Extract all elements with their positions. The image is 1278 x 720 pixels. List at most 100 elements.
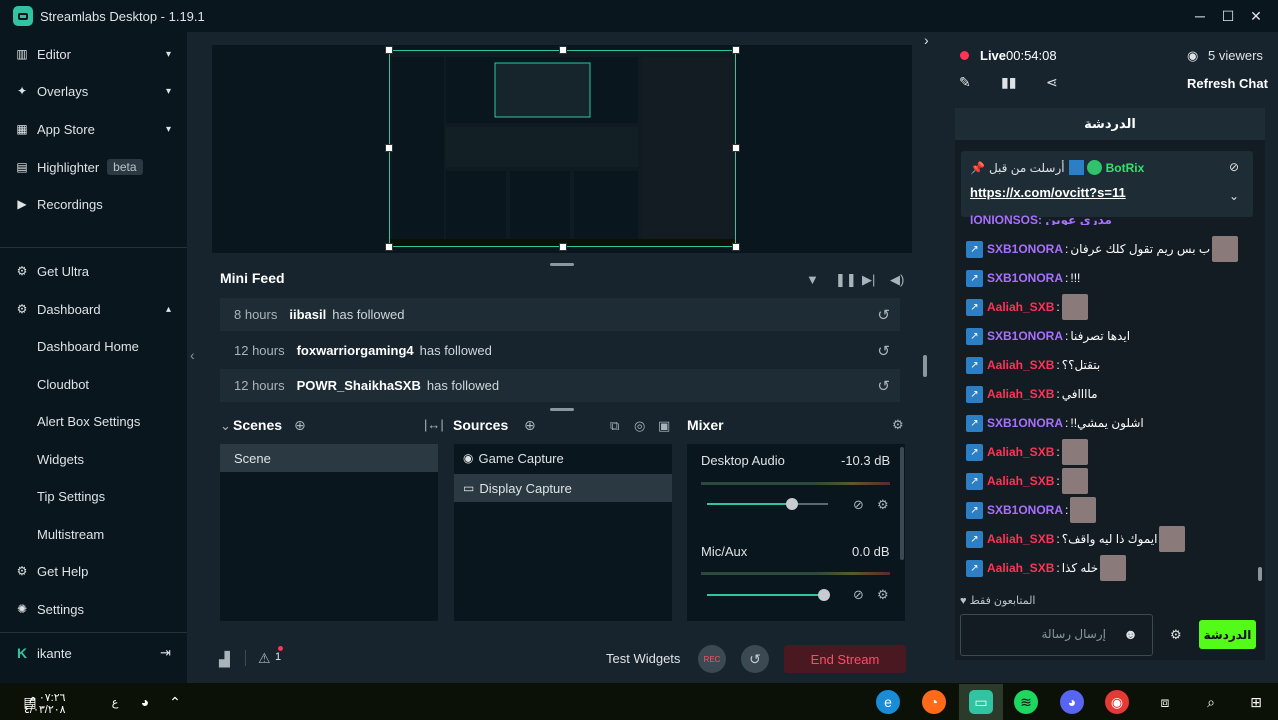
- resize-handle[interactable]: [385, 144, 393, 152]
- tray-chevron-up-icon[interactable]: ⌃: [163, 690, 187, 714]
- sidebar-item-alert-box-settings[interactable]: Alert Box Settings: [0, 403, 187, 439]
- sidebar-item-cloudbot[interactable]: Cloudbot: [0, 366, 187, 402]
- sidebar-item-multistream[interactable]: Multistream: [0, 516, 187, 552]
- sidebar-item-editor[interactable]: ▥ Editor ▾: [0, 36, 187, 72]
- replay-buffer-icon[interactable]: ↺: [741, 645, 769, 673]
- sidebar-item-dashboard[interactable]: ⚙ Dashboard ▴: [0, 291, 187, 327]
- sidebar-user[interactable]: K ikante ⇥: [0, 635, 187, 671]
- sidebar-item-get-ultra[interactable]: ⚙ Get Ultra: [0, 253, 187, 289]
- replay-icon[interactable]: ↺: [877, 306, 890, 324]
- chat-username[interactable]: SXB1ONORA: [987, 242, 1063, 256]
- edge-icon[interactable]: e: [876, 690, 900, 714]
- chat-username[interactable]: SXB1ONORA: [987, 503, 1063, 517]
- sidebar-item-widgets[interactable]: Widgets: [0, 441, 187, 477]
- source-properties-icon[interactable]: ◎: [634, 418, 645, 434]
- drag-handle[interactable]: [550, 408, 574, 411]
- scene-transition-icon[interactable]: |↔|: [424, 417, 444, 432]
- share-icon[interactable]: ⋖: [1046, 74, 1058, 91]
- task-view-icon[interactable]: ⧈: [1153, 690, 1177, 714]
- chat-username[interactable]: Aaliah_SXB: [987, 445, 1054, 459]
- sidebar-item-dashboard-home[interactable]: Dashboard Home: [0, 328, 187, 364]
- sidebar-item-get-help[interactable]: ⚙ Get Help: [0, 553, 187, 589]
- feed-scrollbar[interactable]: [923, 355, 927, 377]
- channel-settings-icon[interactable]: ⚙: [877, 587, 889, 603]
- resize-handle[interactable]: [732, 243, 740, 251]
- firefox-icon[interactable]: ◔: [922, 690, 946, 714]
- chat-username[interactable]: Aaliah_SXB: [987, 561, 1054, 575]
- chrome-icon[interactable]: ◉: [1105, 690, 1129, 714]
- discord-icon[interactable]: ◕: [1060, 690, 1084, 714]
- close-icon[interactable]: ✕: [1242, 0, 1270, 32]
- alert-icon[interactable]: ⚠: [258, 650, 271, 667]
- volume-slider-knob[interactable]: [818, 589, 830, 601]
- windows-start-icon[interactable]: ⊞: [1244, 690, 1268, 714]
- channel-settings-icon[interactable]: ⚙: [877, 497, 889, 513]
- send-chat-button[interactable]: الدردشة: [1199, 620, 1256, 649]
- mute-icon[interactable]: ⊘: [853, 587, 864, 603]
- sidebar-item-highlighter[interactable]: ▤ Highlighter beta: [0, 149, 187, 185]
- logout-icon[interactable]: ⇥: [160, 645, 171, 661]
- chat-username[interactable]: Aaliah_SXB: [987, 387, 1054, 401]
- sidebar-item-app-store[interactable]: ▦ App Store ▾: [0, 111, 187, 147]
- resize-handle[interactable]: [732, 144, 740, 152]
- chat-settings-icon[interactable]: ⚙: [1170, 627, 1182, 643]
- spotify-icon[interactable]: ≋: [1014, 690, 1038, 714]
- sidebar-item-overlays[interactable]: ✦ Overlays ▾: [0, 73, 187, 109]
- chat-input[interactable]: إرسال رسالة ☻: [960, 614, 1153, 656]
- add-scene-icon[interactable]: ⊕: [294, 417, 306, 434]
- source-item-game-capture[interactable]: ◉ Game Capture: [454, 444, 672, 472]
- chat-scrollbar[interactable]: [1258, 567, 1262, 581]
- streamlabs-taskbar-icon[interactable]: ▭: [969, 690, 993, 714]
- add-folder-icon[interactable]: ▣: [658, 418, 670, 434]
- replay-icon[interactable]: ↺: [877, 342, 890, 360]
- refresh-chat-button[interactable]: Refresh Chat: [1187, 76, 1268, 91]
- clip-icon[interactable]: ▮▮: [1001, 74, 1016, 91]
- search-icon[interactable]: ⌕: [1199, 690, 1223, 714]
- record-button[interactable]: REC: [698, 645, 726, 673]
- skip-icon[interactable]: ▶|: [862, 272, 875, 288]
- scene-item[interactable]: Scene: [220, 444, 438, 472]
- sidebar-item-recordings[interactable]: ▶ Recordings: [0, 186, 187, 222]
- mixer-settings-icon[interactable]: ⚙: [892, 417, 904, 433]
- test-widgets-button[interactable]: Test Widgets: [606, 651, 680, 666]
- minimize-icon[interactable]: ─: [1186, 0, 1214, 32]
- sidebar-item-settings[interactable]: ✺ Settings: [0, 591, 187, 627]
- end-stream-button[interactable]: End Stream: [784, 645, 906, 673]
- chevron-down-icon[interactable]: ⌄: [220, 418, 231, 434]
- chevron-down-icon[interactable]: ⌄: [1229, 189, 1239, 203]
- notification-icon[interactable]: ▤: [18, 690, 42, 714]
- add-source-icon[interactable]: ⊕: [524, 417, 536, 434]
- pause-icon[interactable]: ❚❚: [835, 272, 857, 288]
- source-copy-icon[interactable]: ⧉: [610, 418, 619, 434]
- chat-username[interactable]: Aaliah_SXB: [987, 300, 1054, 314]
- chat-username[interactable]: SXB1ONORA: [987, 329, 1063, 343]
- volume-icon[interactable]: ◀): [890, 272, 904, 288]
- language-icon[interactable]: ع: [103, 690, 127, 714]
- emoji-icon[interactable]: ☻: [1123, 626, 1138, 642]
- resize-handle[interactable]: [559, 243, 567, 251]
- chat-username[interactable]: Aaliah_SXB: [987, 358, 1054, 372]
- chat-username[interactable]: Aaliah_SXB: [987, 474, 1054, 488]
- drag-handle[interactable]: [550, 263, 574, 266]
- performance-icon[interactable]: ▟: [219, 651, 230, 668]
- chat-username[interactable]: SXB1ONORA: [987, 271, 1063, 285]
- filter-icon[interactable]: ▼: [806, 272, 819, 287]
- mixer-scrollbar[interactable]: [900, 447, 904, 560]
- pinned-link[interactable]: https://x.com/ovcitt?s=11: [970, 185, 1126, 200]
- discord-tray-icon[interactable]: ◕: [133, 690, 157, 714]
- chat-username[interactable]: SXB1ONORA: [987, 416, 1063, 430]
- collapse-left-icon[interactable]: ‹: [190, 347, 195, 363]
- replay-icon[interactable]: ↺: [877, 377, 890, 395]
- resize-handle[interactable]: [732, 46, 740, 54]
- sidebar-item-tip-settings[interactable]: Tip Settings: [0, 478, 187, 514]
- display-capture-preview[interactable]: [389, 50, 736, 247]
- unpin-icon[interactable]: ⊘: [1229, 160, 1239, 174]
- source-item-display-capture[interactable]: ▭ Display Capture: [454, 474, 672, 502]
- collapse-chat-icon[interactable]: ›: [924, 32, 929, 48]
- maximize-icon[interactable]: ☐: [1214, 0, 1242, 32]
- edit-icon[interactable]: ✎: [959, 74, 971, 91]
- volume-slider-knob[interactable]: [786, 498, 798, 510]
- mute-icon[interactable]: ⊘: [853, 497, 864, 513]
- resize-handle[interactable]: [385, 243, 393, 251]
- resize-handle[interactable]: [385, 46, 393, 54]
